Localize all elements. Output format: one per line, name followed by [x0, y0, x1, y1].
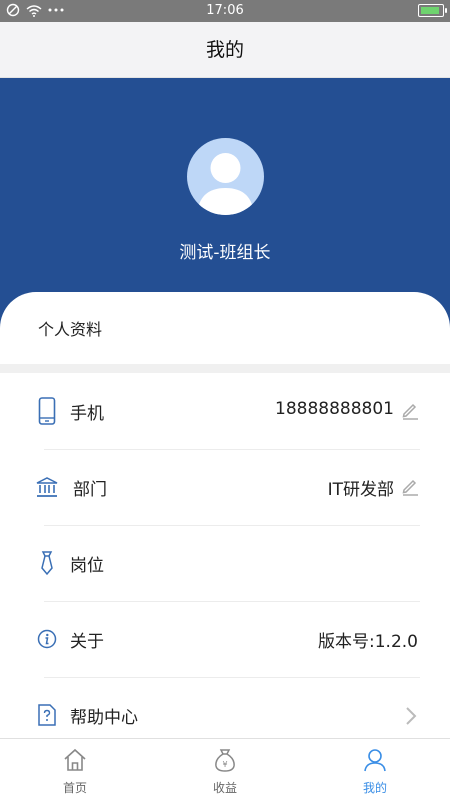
- page-title: 我的: [205, 39, 244, 61]
- user-icon: [364, 749, 386, 772]
- row-value: 18888888801: [275, 399, 394, 419]
- tab-label: 我的: [362, 781, 387, 795]
- battery-icon: [418, 4, 447, 17]
- tab-home[interactable]: 首页: [0, 739, 150, 800]
- row-help-center[interactable]: 帮助中心: [0, 678, 450, 738]
- profile-card: 个人资料 手机 18888888801 部门 IT研发部 岗位 关于 版本号:1…: [0, 292, 450, 738]
- tab-bar: 首页 ¥ 收益 我的: [0, 738, 450, 800]
- row-value: 版本号:1.2.0: [318, 632, 418, 652]
- svg-text:¥: ¥: [222, 760, 227, 769]
- home-icon: [64, 748, 86, 771]
- tie-icon: [41, 551, 53, 576]
- default-avatar-icon: [197, 153, 254, 215]
- row-label: 岗位: [70, 556, 104, 576]
- section-title-personal-info: 个人资料: [38, 320, 103, 339]
- help-document-icon: [38, 704, 56, 726]
- status-bar: 17:06: [0, 0, 450, 22]
- row-label: 关于: [70, 632, 104, 652]
- pencil-edit-icon[interactable]: [400, 400, 420, 420]
- row-about[interactable]: 关于 版本号:1.2.0: [0, 602, 450, 678]
- money-bag-icon: ¥: [215, 749, 235, 772]
- phone-icon: [38, 397, 56, 425]
- row-phone[interactable]: 手机 18888888801: [0, 374, 450, 450]
- row-department[interactable]: 部门 IT研发部: [0, 450, 450, 526]
- pencil-edit-icon[interactable]: [400, 476, 420, 496]
- app-header: 我的: [0, 22, 450, 78]
- user-name: 测试-班组长: [179, 243, 271, 263]
- row-label: 手机: [70, 404, 104, 424]
- tab-earnings[interactable]: ¥ 收益: [150, 739, 300, 800]
- avatar[interactable]: [187, 138, 264, 215]
- info-icon: [37, 629, 57, 649]
- tab-label: 首页: [62, 781, 87, 795]
- chevron-right-icon: [406, 707, 417, 725]
- row-position[interactable]: 岗位: [0, 526, 450, 602]
- profile-banner: 测试-班组长: [0, 78, 450, 328]
- row-label: 部门: [73, 480, 107, 500]
- row-label: 帮助中心: [70, 708, 138, 728]
- tab-mine[interactable]: 我的: [300, 739, 450, 800]
- bank-icon: [36, 477, 58, 497]
- status-time: 17:06: [206, 3, 244, 18]
- section-divider: [0, 364, 450, 373]
- tab-label: 收益: [212, 781, 237, 795]
- row-value: IT研发部: [327, 480, 394, 500]
